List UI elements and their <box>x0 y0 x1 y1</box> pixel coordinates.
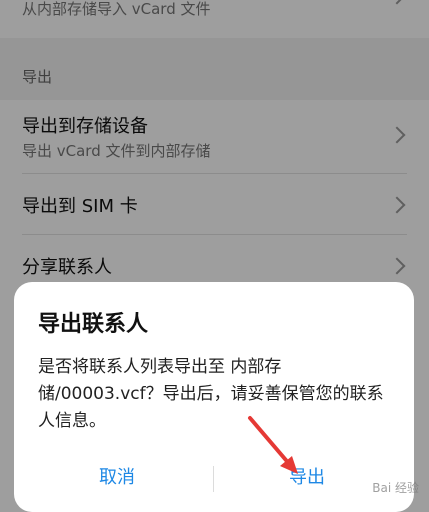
cancel-button[interactable]: 取消 <box>22 458 212 498</box>
dialog-title: 导出联系人 <box>38 312 149 337</box>
export-contacts-dialog: 导出联系人 是否将联系人列表导出至 内部存储/00003.vcf？导出后，请妥善… <box>14 282 414 512</box>
watermark-logo: Bai 经验 <box>372 481 419 495</box>
dialog-message: 是否将联系人列表导出至 内部存储/00003.vcf？导出后，请妥善保管您的联系… <box>38 357 384 431</box>
